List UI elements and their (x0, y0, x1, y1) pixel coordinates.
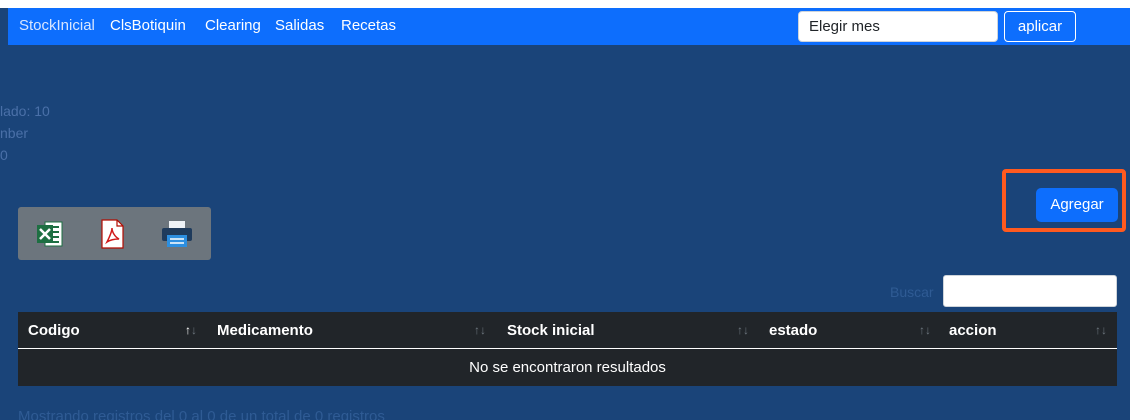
nav-link-clsbotiquin[interactable]: ClsBotiquin (110, 17, 186, 34)
nav-link-salidas[interactable]: Salidas (275, 17, 324, 34)
column-header-medicamento[interactable]: Medicamento (207, 312, 497, 349)
sort-icon[interactable]: ↑↓ (1095, 312, 1107, 349)
apply-button[interactable]: aplicar (1004, 11, 1076, 42)
column-header-stock-inicial[interactable]: Stock inicial (497, 312, 759, 349)
column-header-codigo[interactable]: Codigo (18, 312, 207, 349)
empty-row: No se encontraron resultados (18, 349, 1117, 386)
column-header-label: accion (949, 322, 997, 339)
sort-icon[interactable]: ↑↓ (474, 312, 486, 349)
table-summary: Mostrando registros del 0 al 0 de un tot… (18, 408, 385, 420)
column-header-label: Codigo (28, 322, 80, 339)
column-header-label: estado (769, 322, 818, 339)
info-line-1: lado: 10 (0, 103, 50, 119)
stock-table: Codigo ↑↓ Medicamento ↑↓ Stock inicial ↑… (18, 312, 1117, 386)
nav-link-clearing[interactable]: Clearing (205, 17, 261, 34)
export-toolbar (18, 207, 211, 260)
month-picker-input[interactable]: Elegir mes (798, 11, 998, 42)
info-line-2: nber (0, 125, 29, 141)
page: StockInicial ClsBotiquin Clearing Salida… (0, 8, 1130, 420)
nav-link-stockinicial[interactable]: StockInicial (19, 17, 95, 34)
column-header-label: Medicamento (217, 322, 313, 339)
print-icon[interactable] (161, 219, 193, 249)
pdf-icon[interactable] (98, 219, 126, 249)
info-line-3: 0 (0, 147, 8, 163)
navbar: StockInicial ClsBotiquin Clearing Salida… (8, 8, 1130, 45)
sort-icon[interactable]: ↑↓ (185, 312, 197, 349)
sort-icon[interactable]: ↑↓ (919, 312, 931, 349)
add-button[interactable]: Agregar (1036, 188, 1118, 222)
search-label: Buscar (890, 284, 934, 300)
excel-icon[interactable] (36, 219, 64, 249)
table-header: Codigo ↑↓ Medicamento ↑↓ Stock inicial ↑… (18, 312, 1117, 349)
column-header-label: Stock inicial (507, 322, 595, 339)
column-header-estado[interactable]: estado (759, 312, 939, 349)
nav-link-recetas[interactable]: Recetas (341, 17, 396, 34)
sort-icon[interactable]: ↑↓ (737, 312, 749, 349)
column-header-accion[interactable]: accion (939, 312, 1117, 349)
search-input[interactable] (943, 275, 1117, 307)
